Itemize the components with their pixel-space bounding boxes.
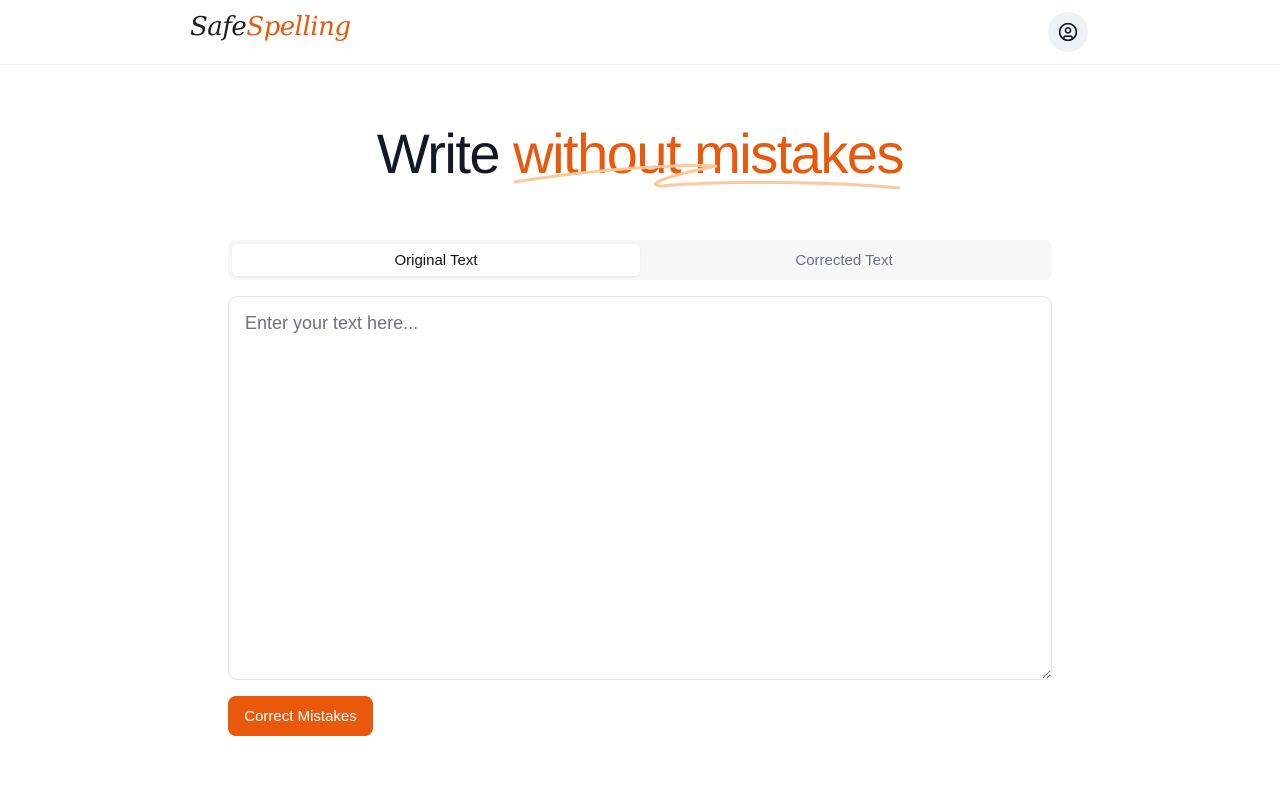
tab-original-text[interactable]: Original Text <box>232 244 640 276</box>
user-circle-icon <box>1058 22 1078 42</box>
tab-corrected-text[interactable]: Corrected Text <box>640 244 1048 276</box>
title-word-write: Write <box>376 122 501 185</box>
page-title: Write without mistakes <box>0 118 1280 190</box>
text-input[interactable] <box>228 296 1052 680</box>
text-tabs: Original Text Corrected Text <box>228 240 1052 280</box>
logo-text-spelling: Spelling <box>246 12 351 42</box>
account-button[interactable] <box>1048 12 1088 52</box>
correct-mistakes-button[interactable]: Correct Mistakes <box>228 696 373 736</box>
top-header: Safe Spelling <box>0 0 1280 65</box>
logo-text-safe: Safe <box>190 12 247 42</box>
editor-container <box>228 296 1052 680</box>
logo[interactable]: Safe Spelling <box>190 12 351 56</box>
title-highlight-text: without mistakes <box>513 122 904 185</box>
title-highlight: without mistakes <box>513 118 905 190</box>
